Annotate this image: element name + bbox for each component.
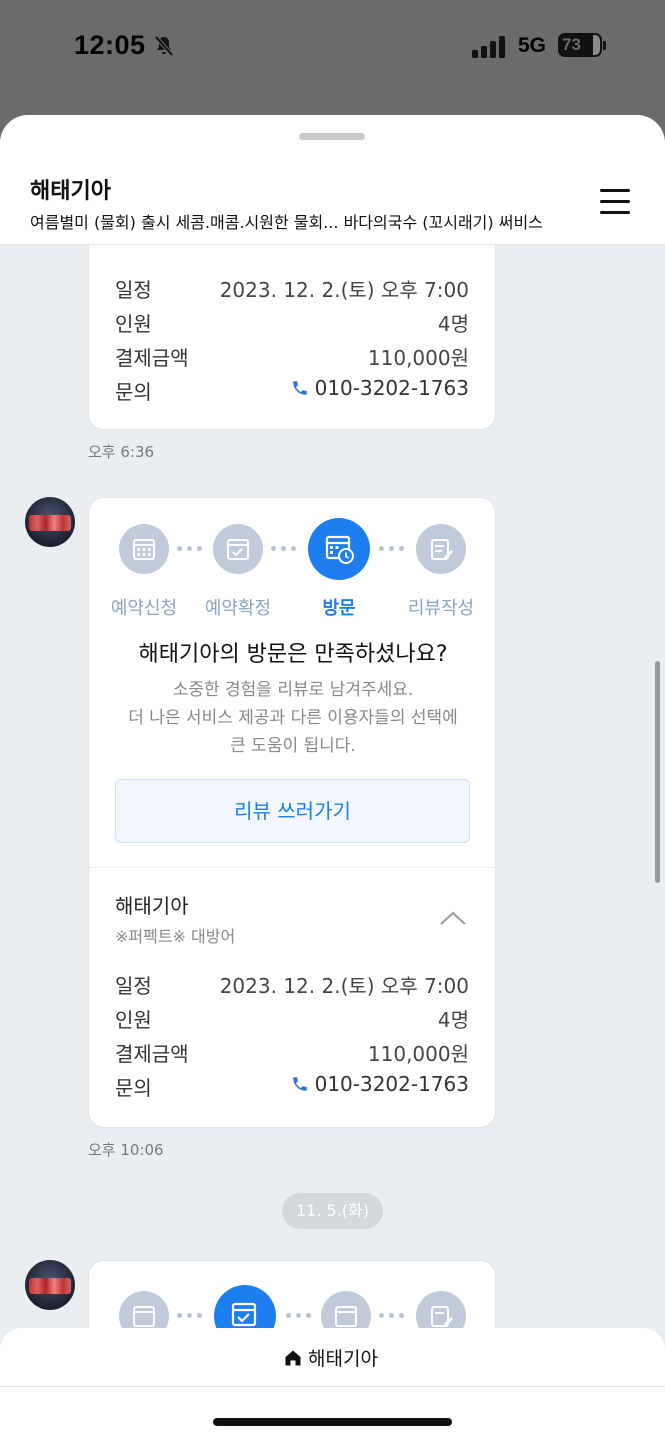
step-label: 방문 [322, 598, 356, 619]
home-indicator [213, 1418, 452, 1426]
calendar-clock-icon [325, 535, 354, 564]
status-time: 12:05 [74, 30, 146, 60]
store-home-button[interactable]: 해태기아 [283, 1344, 378, 1372]
phone-link[interactable]: 010-3202-1763 [291, 376, 469, 400]
bell-muted-icon [154, 35, 174, 57]
store-name: 해태기아 [115, 894, 189, 918]
step-label: 리뷰작성 [407, 598, 475, 619]
phone-icon [292, 381, 307, 395]
sheet-grabber[interactable] [299, 133, 365, 140]
calendar-grid-icon [133, 539, 155, 560]
battery-percent: 73 [562, 35, 581, 54]
reservation-row: 결제금액 110,000원 [115, 1042, 469, 1066]
write-review-button[interactable]: 리뷰 쓰러가기 [115, 779, 470, 843]
chat-sheet: 일정 2023. 12. 2.(토) 오후 7:00 인원 4명 결제금액 11… [0, 115, 665, 1440]
status-bar: 12:05 5G 73 [0, 0, 665, 115]
step-label: 예약확정 [204, 598, 272, 619]
reservation-row: 일정 2023. 12. 2.(토) 오후 7:00 [115, 278, 469, 302]
phone-link[interactable]: 010-3202-1763 [291, 1072, 469, 1096]
header-subtitle: 여름별미 (물회) 출시 세콤.매콤.시원한 물회... 바다의국수 (꼬시래기… [30, 213, 543, 232]
message-timestamp: 오후 6:36 [88, 443, 155, 461]
store-avatar[interactable] [25, 497, 75, 547]
store-subtitle: ※퍼펙트※ 대방어 [115, 927, 236, 946]
reservation-row: 인원 4명 [115, 1008, 469, 1032]
step-confirm [213, 524, 263, 574]
page-title: 해태기아 [30, 179, 111, 204]
reservation-row: 인원 4명 [115, 312, 469, 336]
reservation-steps: 예약신청 예약확정 방문 리뷰작성 [89, 518, 497, 624]
step-visit [308, 518, 370, 580]
visit-review-card: 예약신청 예약확정 방문 리뷰작성 해태기아의 방문은 만족하셨나요? 소중한 … [88, 497, 497, 1128]
edit-note-icon [431, 539, 453, 560]
message-timestamp: 오후 10:06 [88, 1141, 164, 1159]
chevron-up-icon[interactable] [439, 910, 467, 926]
step-review [416, 524, 466, 574]
chat-thread[interactable]: 일정 2023. 12. 2.(토) 오후 7:00 인원 4명 결제금액 11… [0, 115, 665, 1440]
reservation-row: 일정 2023. 12. 2.(토) 오후 7:00 [115, 974, 469, 998]
signal-icon [472, 36, 505, 58]
menu-icon[interactable] [600, 189, 630, 215]
calendar-check-icon [227, 539, 249, 560]
visit-description: 소중한 경험을 리뷰로 남겨주세요. 더 나은 서비스 제공과 다른 이용자들의… [128, 680, 458, 756]
reservation-row: 문의 010-3202-1763 [115, 1072, 469, 1100]
step-label: 예약신청 [110, 598, 178, 619]
reservation-row: 결제금액 110,000원 [115, 346, 469, 370]
step-request [119, 524, 169, 574]
phone-icon [292, 1077, 307, 1091]
chat-header: 해태기아 여름별미 (물회) 출시 세콤.매콤.시원한 물회... 바다의국수 … [0, 115, 665, 245]
battery-icon: 73 [558, 33, 602, 57]
scrollbar[interactable] [655, 661, 660, 883]
reservation-row: 문의 010-3202-1763 [115, 376, 469, 404]
visit-question: 해태기아의 방문은 만족하셨나요? [138, 642, 448, 667]
divider [89, 867, 497, 868]
store-avatar[interactable] [25, 1260, 75, 1310]
network-type: 5G [518, 34, 547, 57]
home-icon [285, 1350, 301, 1366]
date-divider: 11. 5.(화) [282, 1193, 383, 1229]
bottom-bar: 해태기아 [0, 1328, 665, 1440]
